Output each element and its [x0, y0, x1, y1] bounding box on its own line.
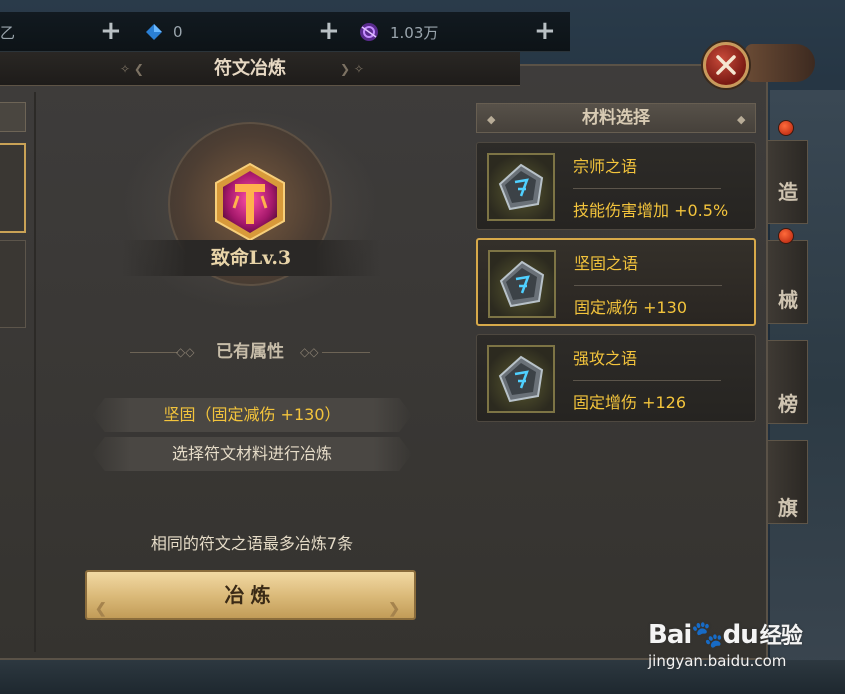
- rune-level-label: 致命Lv.3: [210, 247, 292, 269]
- close-icon: [716, 55, 736, 75]
- baidu-watermark: Bai🐾du经验 jingyan.baidu.com: [648, 618, 808, 670]
- panel-title: 符文冶炼: [214, 58, 286, 79]
- material-name: 坚固之语: [574, 254, 639, 273]
- material-effect: 固定增伤 +126: [573, 393, 687, 412]
- left-list-item-selected[interactable]: [0, 143, 26, 233]
- material-effect: 固定减伤 +130: [574, 298, 688, 317]
- left-list-item[interactable]: [0, 240, 26, 328]
- baidu-logo: Bai🐾du经验: [648, 620, 803, 650]
- orb-amount: 1.03万: [390, 23, 439, 42]
- left-list-header: [0, 102, 26, 132]
- button-ornament-icon: ❯: [388, 601, 406, 617]
- material-name: 宗师之语: [573, 157, 638, 176]
- add-currency-1-button[interactable]: +: [100, 18, 122, 44]
- gem-currency: 0: [145, 12, 183, 52]
- side-tab-forge-label: 造: [778, 180, 798, 204]
- notification-dot: [778, 228, 794, 244]
- gem-amount: 0: [173, 23, 183, 41]
- refine-limit-hint: 相同的符文之语最多冶炼7条: [150, 534, 354, 553]
- material-effect: 技能伤害增加 +0.5%: [573, 201, 729, 220]
- divider-line: [573, 188, 721, 189]
- button-ornament-icon: ❮: [95, 601, 113, 617]
- existing-attributes-heading: 已有属性: [216, 342, 284, 362]
- left-column-divider: [34, 92, 36, 652]
- divider-line: [574, 285, 722, 286]
- notification-dot: [778, 120, 794, 136]
- close-button[interactable]: [703, 42, 749, 88]
- rune-stone-icon: [498, 163, 544, 211]
- blue-gem-icon: [146, 24, 162, 40]
- material-name: 强攻之语: [573, 349, 638, 368]
- current-attribute: 坚固（固定减伤 +130）: [92, 398, 412, 432]
- divider-line: [573, 380, 721, 381]
- material-icon-frame: [488, 250, 556, 318]
- purple-orb-icon: [360, 23, 378, 41]
- rune-stone-icon: [498, 355, 544, 403]
- add-gem-button[interactable]: +: [318, 18, 340, 44]
- material-card[interactable]: 宗师之语 技能伤害增加 +0.5%: [476, 142, 756, 230]
- title-ornament-left: ✧ ❮: [120, 62, 144, 76]
- refine-button[interactable]: ❮ 冶炼 ❯: [85, 570, 416, 620]
- select-material-prompt: 选择符文材料进行冶炼: [92, 437, 412, 471]
- refine-button-label: 冶炼: [224, 583, 277, 607]
- paw-icon: 🐾: [691, 620, 723, 650]
- material-icon-frame: [487, 345, 555, 413]
- watermark-url: jingyan.baidu.com: [648, 652, 787, 670]
- resource-bar: 乙 + 0 + 1.03万 +: [0, 12, 570, 52]
- material-card[interactable]: 强攻之语 固定增伤 +126: [476, 334, 756, 422]
- currency-1-amount: 乙: [0, 23, 16, 42]
- rune-emblem-icon: [215, 162, 285, 242]
- materials-heading: 材料选择: [582, 108, 650, 128]
- add-orb-button[interactable]: +: [534, 18, 556, 44]
- material-icon-frame: [487, 153, 555, 221]
- side-tab-flag-label: 旗: [778, 496, 798, 520]
- title-ornament-right: ❯ ✧: [340, 62, 364, 76]
- side-tab-machine-label: 械: [778, 288, 798, 312]
- close-button-decoration: [745, 44, 815, 82]
- side-tab-rank-label: 榜: [778, 392, 798, 416]
- orb-currency: 1.03万: [358, 12, 438, 52]
- material-card-selected[interactable]: 坚固之语 固定减伤 +130: [476, 238, 756, 326]
- rune-stone-icon: [499, 260, 545, 308]
